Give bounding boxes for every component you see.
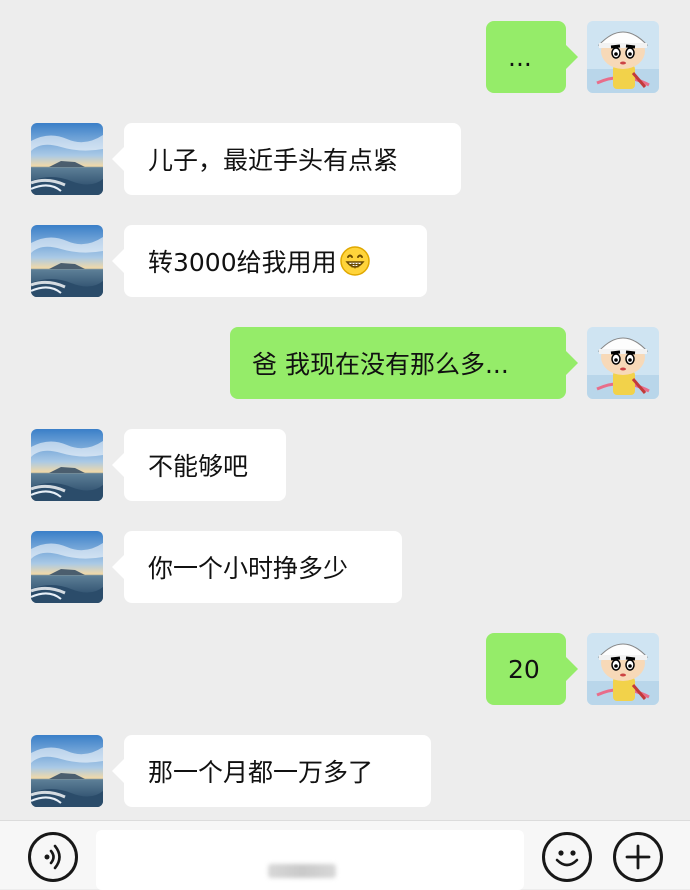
message-text: 20	[508, 654, 540, 684]
message-text: 那一个月都一万多了	[148, 758, 374, 787]
message-text: 不能够吧	[148, 452, 249, 481]
message-text: 转3000给我用用	[148, 248, 337, 277]
emoji-icon	[545, 835, 589, 879]
seascape-avatar[interactable]	[31, 735, 103, 807]
message-text: 你一个小时挣多少	[148, 554, 349, 583]
outgoing-message-bubble[interactable]: 20	[486, 633, 578, 705]
cartoon-boy-avatar[interactable]	[587, 327, 659, 399]
grinning-face-emoji	[339, 245, 371, 277]
outgoing-message-bubble[interactable]: 爸 我现在没有那么多...	[230, 327, 578, 399]
seascape-avatar[interactable]	[31, 429, 103, 501]
message-text: ...	[508, 42, 532, 72]
chat-area: ... 儿子，最近手头有点紧 转3000给我用用 爸 我现在没有那么多... 不…	[0, 0, 690, 820]
message-text: 爸 我现在没有那么多...	[252, 350, 509, 379]
voice-button[interactable]	[28, 832, 78, 882]
incoming-message-bubble[interactable]: 转3000给我用用	[112, 225, 427, 297]
cartoon-boy-avatar[interactable]	[587, 633, 659, 705]
message-input[interactable]	[96, 830, 524, 890]
incoming-message-bubble[interactable]: 那一个月都一万多了	[112, 735, 431, 807]
cartoon-boy-avatar[interactable]	[587, 21, 659, 93]
seascape-avatar[interactable]	[31, 123, 103, 195]
outgoing-message-bubble[interactable]: ...	[486, 21, 578, 93]
incoming-message-bubble[interactable]: 你一个小时挣多少	[112, 531, 402, 603]
seascape-avatar[interactable]	[31, 531, 103, 603]
incoming-message-bubble[interactable]: 儿子，最近手头有点紧	[112, 123, 461, 195]
message-text: 儿子，最近手头有点紧	[148, 146, 399, 175]
blurred-watermark	[268, 864, 336, 878]
plus-icon	[616, 835, 660, 879]
incoming-message-bubble[interactable]: 不能够吧	[112, 429, 286, 501]
input-bar	[0, 820, 690, 890]
seascape-avatar[interactable]	[31, 225, 103, 297]
voice-icon	[31, 835, 75, 879]
add-button[interactable]	[613, 832, 663, 882]
emoji-button[interactable]	[542, 832, 592, 882]
